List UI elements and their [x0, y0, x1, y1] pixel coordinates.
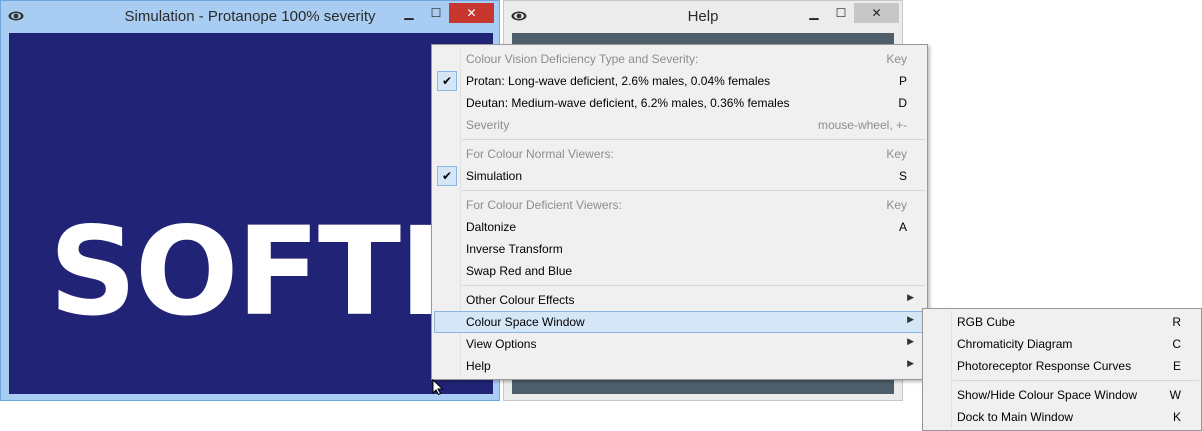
- menu-item-key: mouse-wheel, +-: [817, 118, 907, 132]
- minimize-icon: ▁: [404, 6, 414, 20]
- menu-item-swap-red-blue[interactable]: Swap Red and Blue: [434, 260, 925, 282]
- menu-item-key: S: [898, 169, 907, 183]
- submenu-item-chromaticity-diagram[interactable]: Chromaticity Diagram C: [925, 333, 1199, 355]
- maximize-button[interactable]: ☐: [425, 3, 447, 23]
- menu-item-label: Photoreceptor Response Curves: [957, 359, 1132, 373]
- chevron-right-icon: ▶: [907, 336, 914, 346]
- minimize-icon: ▁: [809, 6, 819, 20]
- submenu-item-rgb-cube[interactable]: RGB Cube R: [925, 311, 1199, 333]
- menu-header-key: Key: [886, 52, 907, 66]
- menu-item-label: Inverse Transform: [466, 242, 563, 256]
- menu-header-key: Key: [886, 147, 907, 161]
- menu-item-colour-space-window[interactable]: Colour Space Window ▶: [434, 311, 925, 333]
- maximize-icon: ☐: [430, 6, 442, 20]
- menu-item-key: K: [1172, 410, 1181, 424]
- chevron-right-icon: ▶: [907, 314, 914, 324]
- menu-separator: [462, 190, 925, 191]
- menu-item-key: D: [898, 96, 907, 110]
- close-icon: ✕: [466, 6, 477, 20]
- submenu-item-dock[interactable]: Dock to Main Window K: [925, 406, 1199, 428]
- menu-item-key: R: [1172, 315, 1181, 329]
- menu-item-label: Colour Space Window: [466, 315, 585, 329]
- menu-item-key: A: [898, 220, 907, 234]
- menu-item-key: C: [1172, 337, 1181, 351]
- minimize-button[interactable]: ▁: [399, 3, 419, 23]
- simulation-canvas[interactable]: SOFTP: [9, 33, 493, 394]
- menu-separator: [462, 285, 925, 286]
- menu-item-label: RGB Cube: [957, 315, 1016, 329]
- submenu-item-photoreceptor-curves[interactable]: Photoreceptor Response Curves E: [925, 355, 1199, 377]
- menu-item-key: W: [1169, 388, 1181, 402]
- help-close-button[interactable]: ✕: [854, 3, 899, 23]
- menu-item-label: Show/Hide Colour Space Window: [957, 388, 1138, 402]
- close-button[interactable]: ✕: [449, 3, 494, 23]
- menu-separator: [462, 139, 925, 140]
- check-icon: ✔: [437, 166, 457, 186]
- menu-item-other-colour-effects[interactable]: Other Colour Effects ▶: [434, 289, 925, 311]
- menu-item-label: Other Colour Effects: [466, 293, 575, 307]
- submenu-item-show-hide[interactable]: Show/Hide Colour Space Window W: [925, 384, 1199, 406]
- menu-item-label: Protan: Long-wave deficient, 2.6% males,…: [466, 74, 771, 88]
- menu-item-label: Swap Red and Blue: [466, 264, 573, 278]
- menu-item-severity: Severity mouse-wheel, +-: [434, 114, 925, 136]
- menu-header-cvd: Colour Vision Deficiency Type and Severi…: [434, 48, 925, 70]
- menu-item-label: View Options: [466, 337, 537, 351]
- menu-header-key: Key: [886, 198, 907, 212]
- menu-header-deficient: For Colour Deficient Viewers: Key: [434, 194, 925, 216]
- menu-item-label: Daltonize: [466, 220, 517, 234]
- maximize-icon: ☐: [835, 6, 847, 20]
- logo-text: SOFTP: [49, 201, 489, 343]
- menu-item-label: Dock to Main Window: [957, 410, 1074, 424]
- menu-item-daltonize[interactable]: Daltonize A: [434, 216, 925, 238]
- chevron-right-icon: ▶: [907, 358, 914, 368]
- simulation-titlebar[interactable]: Simulation - Protanope 100% severity ▁ ☐…: [1, 1, 499, 33]
- colour-space-submenu: RGB Cube R Chromaticity Diagram C Photor…: [922, 308, 1202, 431]
- chevron-right-icon: ▶: [907, 292, 914, 302]
- menu-item-help[interactable]: Help ▶: [434, 355, 925, 377]
- simulation-window[interactable]: Simulation - Protanope 100% severity ▁ ☐…: [0, 0, 500, 401]
- menu-item-deutan[interactable]: Deutan: Medium-wave deficient, 6.2% male…: [434, 92, 925, 114]
- menu-item-label: Chromaticity Diagram: [957, 337, 1073, 351]
- menu-item-protan[interactable]: ✔ Protan: Long-wave deficient, 2.6% male…: [434, 70, 925, 92]
- menu-header-label: For Colour Normal Viewers:: [466, 147, 614, 161]
- check-icon: ✔: [437, 71, 457, 91]
- menu-item-key: E: [1172, 359, 1181, 373]
- menu-item-key: P: [898, 74, 907, 88]
- help-titlebar[interactable]: Help ▁ ☐ ✕: [504, 1, 902, 33]
- menu-item-label: Deutan: Medium-wave deficient, 6.2% male…: [466, 96, 790, 110]
- mouse-pointer-icon: [432, 379, 444, 395]
- menu-header-normal: For Colour Normal Viewers: Key: [434, 143, 925, 165]
- menu-item-label: Severity: [466, 118, 510, 132]
- menu-item-label: Help: [466, 359, 491, 373]
- close-icon: ✕: [871, 6, 882, 20]
- menu-header-label: Colour Vision Deficiency Type and Severi…: [466, 52, 699, 66]
- help-minimize-button[interactable]: ▁: [804, 3, 824, 23]
- menu-item-label: Simulation: [466, 169, 523, 183]
- menu-header-label: For Colour Deficient Viewers:: [466, 198, 622, 212]
- menu-separator: [953, 380, 1199, 381]
- menu-item-view-options[interactable]: View Options ▶: [434, 333, 925, 355]
- menu-item-simulation[interactable]: ✔ Simulation S: [434, 165, 925, 187]
- context-menu: Colour Vision Deficiency Type and Severi…: [431, 44, 928, 380]
- help-maximize-button[interactable]: ☐: [830, 3, 852, 23]
- menu-item-inverse-transform[interactable]: Inverse Transform: [434, 238, 925, 260]
